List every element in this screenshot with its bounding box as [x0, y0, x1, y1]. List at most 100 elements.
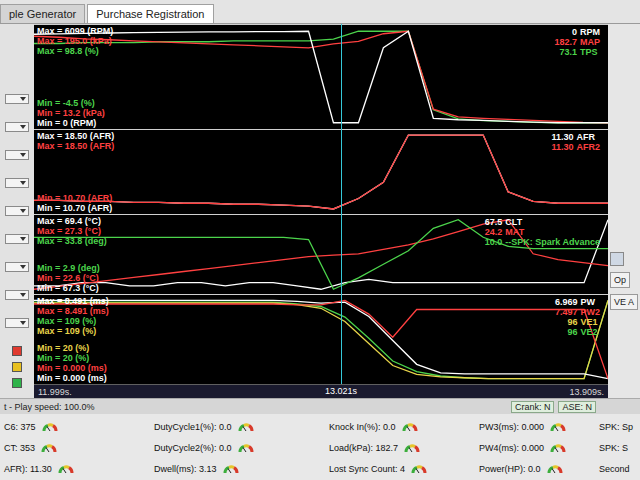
gauge[interactable]: DutyCycle2(%): 0.0	[150, 437, 325, 458]
max-label: Max = 6099 (RPM)	[37, 26, 113, 36]
reading-value: 0	[554, 27, 577, 37]
gauge[interactable]: PW4(ms): 0.000	[475, 437, 595, 458]
gauge-icon	[411, 464, 427, 474]
max-label: Max = 109 (%)	[37, 316, 109, 326]
gauge[interactable]: SPK: S	[595, 437, 640, 458]
max-label: Max = 8.491 (ms)	[37, 296, 109, 306]
series-line	[34, 31, 608, 123]
readings: 0RPM182.7MAP73.1TPS	[554, 25, 608, 129]
min-label: Min = 67.3 (°C)	[37, 283, 107, 293]
gauge-icon	[42, 422, 58, 432]
reading-name: AFR	[576, 132, 600, 142]
dropdown[interactable]	[5, 234, 29, 244]
series-line	[34, 300, 608, 378]
series-line	[34, 220, 608, 290]
gauge[interactable]: Dwell(ms): 3.13	[150, 458, 325, 479]
dropdown[interactable]	[5, 290, 29, 300]
chart-panel: Max = 6099 (RPM)Max = 195.0 (kPa)Max = 9…	[34, 24, 608, 129]
side-button[interactable]: VE A	[610, 294, 638, 310]
series-line	[34, 220, 608, 290]
color-marker[interactable]	[12, 362, 22, 372]
min-label: Min = 10.70 (AFR)	[37, 193, 114, 203]
chart-panel: Max = 8.491 (ms)Max = 8.491 (ms)Max = 10…	[34, 294, 608, 384]
series-line	[34, 220, 608, 290]
max-label: Max = 109 (%)	[37, 326, 109, 336]
dropdown[interactable]	[5, 122, 29, 132]
gauge-icon	[238, 443, 254, 453]
reading-name: RPM	[580, 27, 600, 37]
gauge[interactable]: Knock In(%): 0.0	[325, 416, 475, 437]
reading-value: 73.1	[554, 47, 577, 57]
gauge[interactable]: DutyCycle1(%): 0.0	[150, 416, 325, 437]
color-marker[interactable]	[12, 346, 22, 356]
min-label: Min = 13.2 (kPa)	[37, 108, 113, 118]
max-label: Max = 8.491 (ms)	[37, 306, 109, 316]
reading-value: 96	[555, 317, 578, 327]
color-marker[interactable]	[12, 378, 22, 388]
gauge[interactable]: AFR): 11.30	[0, 458, 150, 479]
min-label: Min = 20 (%)	[37, 353, 109, 363]
dropdown-arrow-icon	[20, 237, 26, 241]
tab[interactable]: Purchase Registration	[87, 4, 213, 23]
series-line	[34, 135, 608, 209]
dropdown[interactable]	[5, 178, 29, 188]
dropdown[interactable]	[5, 150, 29, 160]
side-button[interactable]: Op	[610, 272, 630, 288]
dropdown-arrow-icon	[20, 209, 26, 213]
min-label: Min = 0.000 (ms)	[37, 373, 109, 383]
reading-name: --SPK: Spark Advance	[505, 237, 600, 247]
max-label: Max = 18.50 (AFR)	[37, 131, 114, 141]
dropdown[interactable]	[5, 262, 29, 272]
gauge-icon	[550, 422, 566, 432]
reading-name: PW	[580, 297, 600, 307]
gauge-icon	[547, 464, 563, 474]
reading-value: 96	[555, 327, 578, 337]
readings: 67.5CLT24.2MAT10.0--SPK: Spark Advance	[485, 215, 608, 294]
gauge[interactable]: SPK: Sp	[595, 416, 640, 437]
min-label: Min = 20 (%)	[37, 343, 109, 353]
gauge-icon	[58, 464, 74, 474]
cursor-line[interactable]	[341, 24, 342, 384]
dropdown-arrow-icon	[20, 97, 26, 101]
min-label: Min = 0 (RPM)	[37, 118, 113, 128]
time-start: 11.999s.	[38, 387, 72, 397]
series-line	[34, 31, 608, 123]
dropdown-arrow-icon	[20, 321, 26, 325]
status-bar: t - Play speed: 100.0%Crank: NASE: N	[0, 398, 640, 414]
reading-value: 182.7	[554, 37, 577, 47]
panel-icon[interactable]	[610, 252, 624, 266]
dropdown-arrow-icon	[20, 125, 26, 129]
dropdown-arrow-icon	[20, 293, 26, 297]
gauge[interactable]: Power(HP): 0.0	[475, 458, 595, 479]
gauge[interactable]: PW3(ms): 0.000	[475, 416, 595, 437]
gauge-grid: C6: 375DutyCycle1(%): 0.0Knock In(%): 0.…	[0, 414, 640, 480]
datalog-viewer: ple GeneratorPurchase RegistrationMax = …	[0, 0, 640, 480]
series-line	[34, 135, 608, 209]
dropdown[interactable]	[5, 318, 29, 328]
readings: 6.969PW7.497PW296VE196VE2	[555, 295, 608, 384]
gauge[interactable]: Lost Sync Count: 4	[325, 458, 475, 479]
series-line	[34, 300, 608, 378]
chart[interactable]: Max = 6099 (RPM)Max = 195.0 (kPa)Max = 9…	[34, 24, 608, 398]
reading-name: AFR2	[576, 142, 600, 152]
gauge-icon	[550, 443, 566, 453]
tab[interactable]: ple Generator	[0, 4, 85, 23]
gauge[interactable]: Load(kPa): 182.7	[325, 437, 475, 458]
max-label: Max = 18.50 (AFR)	[37, 141, 114, 151]
gauge[interactable]: Second	[595, 458, 640, 479]
reading-name: PW2	[580, 307, 600, 317]
play-speed: t - Play speed: 100.0%	[4, 402, 95, 412]
gauge[interactable]: CT: 353	[0, 437, 150, 458]
dropdown[interactable]	[5, 206, 29, 216]
reading-value: 7.497	[555, 307, 578, 317]
dropdown-arrow-icon	[20, 181, 26, 185]
dropdown[interactable]	[5, 94, 29, 104]
gauge[interactable]: C6: 375	[0, 416, 150, 437]
max-label: Max = 33.8 (deg)	[37, 236, 107, 246]
dropdown-arrow-icon	[20, 265, 26, 269]
min-label: Min = 22.6 (°C)	[37, 273, 107, 283]
reading-name: VE1	[580, 317, 600, 327]
readings: 11.30AFR11.30AFR2	[551, 130, 608, 214]
status-flag: Crank: N	[511, 401, 555, 413]
min-label: Min = 10.70 (AFR)	[37, 203, 114, 213]
